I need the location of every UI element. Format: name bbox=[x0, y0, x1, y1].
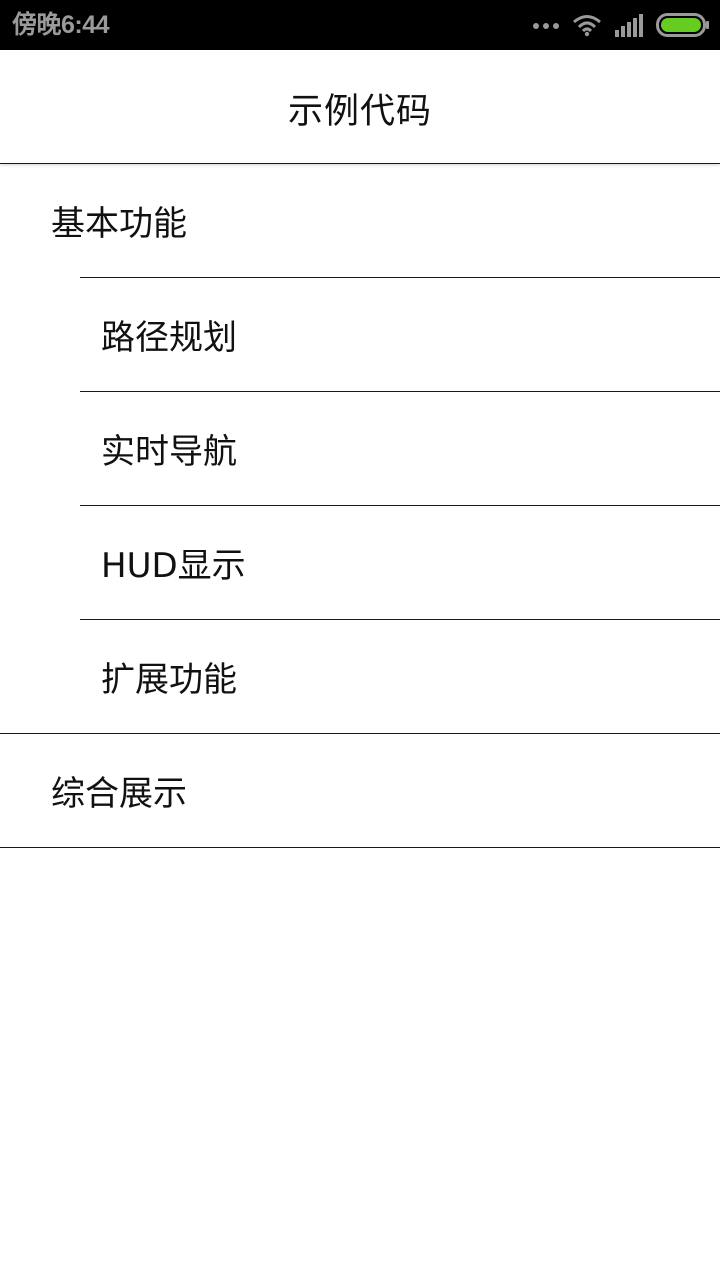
list-item-extended-features[interactable]: 扩展功能 bbox=[0, 620, 720, 733]
list-item-hud-display[interactable]: HUD显示 bbox=[0, 506, 720, 619]
status-time: 傍晚6:44 bbox=[12, 11, 110, 39]
group-label: 基本功能 bbox=[51, 204, 187, 244]
battery-icon bbox=[656, 13, 710, 37]
list-item-label: HUD显示 bbox=[101, 546, 246, 586]
sample-list: 基本功能 路径规划 实时导航 HUD显示 扩展功能 综合展示 bbox=[0, 163, 720, 848]
page-title: 示例代码 bbox=[287, 92, 432, 132]
list-item-route-planning[interactable]: 路径规划 bbox=[0, 278, 720, 391]
signal-icon bbox=[614, 13, 644, 37]
status-bar: 傍晚6:44 bbox=[0, 0, 720, 50]
list-item-label: 实时导航 bbox=[101, 432, 237, 472]
title-bar: 示例代码 bbox=[0, 50, 720, 163]
list-item-realtime-navigation[interactable]: 实时导航 bbox=[0, 392, 720, 505]
group-label: 综合展示 bbox=[51, 774, 187, 814]
group-comprehensive-demo[interactable]: 综合展示 bbox=[0, 734, 720, 847]
group-basic-features[interactable]: 基本功能 bbox=[0, 164, 720, 277]
more-dots-icon bbox=[532, 20, 560, 30]
wifi-icon bbox=[572, 13, 602, 37]
divider bbox=[0, 847, 720, 848]
list-item-label: 扩展功能 bbox=[101, 660, 237, 700]
status-icons bbox=[532, 11, 710, 39]
list-item-label: 路径规划 bbox=[101, 318, 237, 358]
